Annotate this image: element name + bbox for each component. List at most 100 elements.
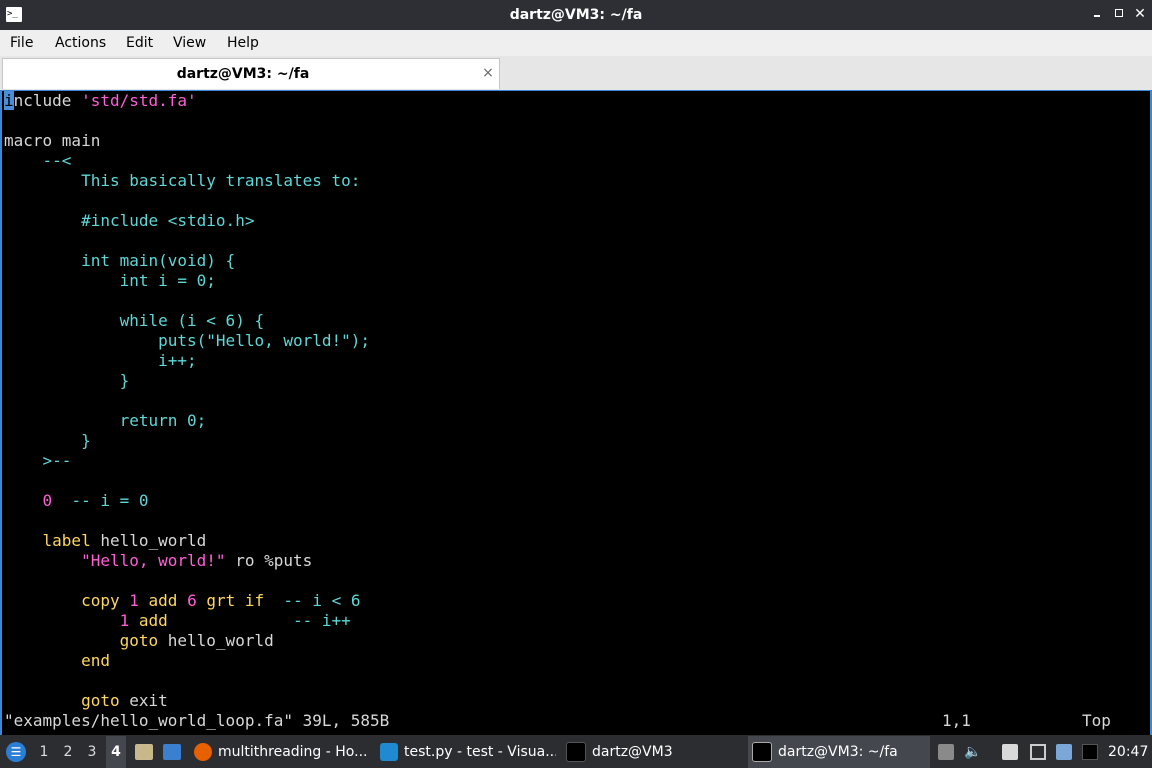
minimize-icon — [1094, 15, 1100, 17]
maximize-icon — [1115, 9, 1123, 17]
terminal-icon — [566, 742, 586, 762]
code-token: -- i++ — [167, 611, 351, 630]
code-line: copy 1 add 6 grt if -- i < 6 — [4, 591, 360, 611]
menu-edit[interactable]: Edit — [126, 30, 153, 56]
code-line: 1 add -- i++ — [4, 611, 351, 631]
task-label: dartz@VM3: ~/fa — [778, 744, 898, 760]
menu-help[interactable]: Help — [227, 30, 259, 56]
close-button[interactable]: ✕ — [1133, 7, 1147, 21]
code-token: exit — [119, 691, 168, 710]
code-token: hello_world — [158, 631, 274, 650]
minimize-button[interactable] — [1090, 7, 1104, 21]
vscode-icon — [380, 743, 398, 761]
code-token: 0 — [42, 491, 53, 510]
maximize-button[interactable] — [1112, 7, 1126, 21]
code-token: add — [138, 611, 168, 630]
clipboard-icon[interactable] — [1002, 744, 1018, 760]
menu-view[interactable]: View — [173, 30, 206, 56]
code-line: include 'std/std.fa' — [4, 91, 197, 111]
code-line: --< — [4, 151, 72, 171]
window-titlebar: >_ dartz@VM3: ~/fa ✕ — [0, 0, 1152, 30]
terminal-view[interactable]: include 'std/std.fa' macro main --< This … — [0, 91, 1152, 735]
menu-actions[interactable]: Actions — [55, 30, 106, 56]
code-token: add — [148, 591, 178, 610]
code-line: 0 -- i = 0 — [4, 491, 149, 511]
keyboard-icon[interactable] — [1056, 744, 1072, 760]
text-cursor: i — [4, 91, 14, 110]
code-token: hello_world — [90, 531, 207, 550]
code-token: copy — [81, 591, 120, 610]
status-cursor-position: 1,1 — [942, 711, 971, 730]
code-token: return 0; — [4, 411, 207, 430]
code-line: return 0; — [4, 411, 207, 431]
code-token: macro main — [4, 131, 101, 150]
screen-icon[interactable] — [1082, 744, 1098, 760]
code-token: #include <stdio.h> — [4, 211, 255, 230]
terminal-icon — [752, 742, 772, 762]
clock: 20:47 — [1108, 744, 1149, 760]
tab-terminal[interactable]: dartz@VM3: ~/fa × — [2, 58, 500, 89]
menu-icon[interactable]: ☰ — [6, 742, 26, 762]
code-token: goto — [81, 691, 120, 710]
task-vscode[interactable]: test.py - test - Visua... — [380, 736, 556, 768]
code-line: while (i < 6) { — [4, 311, 265, 331]
task-terminal-1[interactable]: dartz@VM3 — [566, 736, 742, 768]
workspace-2[interactable]: 2 — [60, 736, 76, 768]
code-token: grt — [206, 591, 236, 610]
menu-file[interactable]: File — [10, 30, 33, 56]
code-token: -- i = 0 — [52, 491, 149, 510]
task-label: test.py - test - Visua... — [404, 744, 556, 760]
volume-icon[interactable]: 🔈 — [964, 744, 981, 760]
menubar: File Actions Edit View Help — [0, 30, 1152, 56]
window-title: dartz@VM3: ~/fa — [509, 7, 643, 23]
code-line: "Hello, world!" ro %puts — [4, 551, 312, 571]
code-token: } — [4, 371, 130, 390]
tab-label: dartz@VM3: ~/fa — [176, 66, 310, 82]
tab-bar: dartz@VM3: ~/fa × — [0, 56, 1152, 91]
task-terminal-2[interactable]: dartz@VM3: ~/fa — [748, 736, 930, 768]
workspace-3[interactable]: 3 — [84, 736, 100, 768]
code-token: >-- — [4, 451, 72, 470]
code-line: #include <stdio.h> — [4, 211, 254, 231]
code-line: label hello_world — [4, 531, 207, 551]
code-token: int i = 0; — [4, 271, 216, 290]
code-line: end — [4, 651, 110, 671]
network-icon[interactable] — [1030, 744, 1046, 760]
workspace-1[interactable]: 1 — [36, 736, 52, 768]
file-manager-icon[interactable] — [135, 744, 153, 760]
tab-close-icon[interactable]: × — [480, 65, 496, 81]
code-token: 'std/std.fa' — [81, 91, 197, 110]
workspace-4[interactable]: 4 — [106, 736, 126, 768]
taskbar: ☰ 1 2 3 4 multithreading - Ho... test.py… — [0, 736, 1152, 768]
code-token: 1 — [129, 591, 139, 610]
code-line: macro main — [4, 131, 100, 151]
code-token: 1 — [119, 611, 130, 630]
code-token: label — [42, 531, 91, 550]
code-token: goto — [119, 631, 159, 650]
code-line: } — [4, 431, 91, 451]
code-token: --< — [42, 151, 72, 170]
task-firefox[interactable]: multithreading - Ho... — [194, 736, 370, 768]
code-token: -- i < 6 — [264, 591, 361, 610]
desktop-icon[interactable] — [163, 744, 181, 760]
upload-icon[interactable] — [938, 744, 954, 760]
task-label: dartz@VM3 — [592, 744, 673, 760]
code-token: 6 — [187, 591, 197, 610]
code-line: >-- — [4, 451, 72, 471]
task-label: multithreading - Ho... — [218, 744, 368, 760]
code-token: if — [244, 591, 265, 610]
